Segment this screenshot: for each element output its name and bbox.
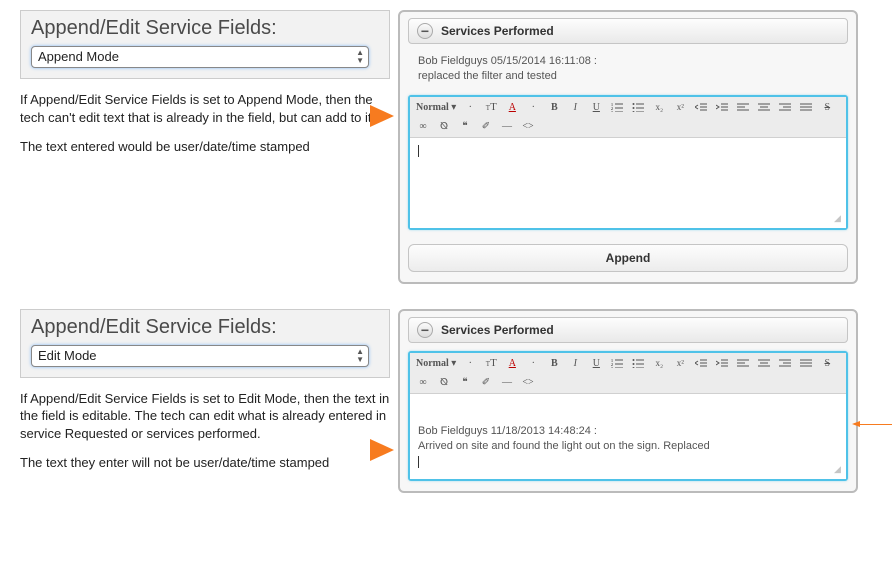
- existing-record: Bob Fieldguys 05/15/2014 16:11:08 : repl…: [408, 52, 848, 95]
- section-edit-mode: Append/Edit Service Fields: Edit Mode ▲▼…: [20, 309, 872, 493]
- text-color-icon[interactable]: A: [505, 100, 519, 115]
- indent-icon[interactable]: [715, 100, 729, 115]
- eraser-icon[interactable]: ✐: [479, 119, 493, 134]
- field-heading: Append/Edit Service Fields:: [31, 17, 379, 40]
- align-left-icon[interactable]: [736, 356, 750, 371]
- superscript-icon[interactable]: x²: [673, 100, 687, 115]
- font-size-icon[interactable]: TT: [484, 356, 498, 371]
- mode-select[interactable]: Append Mode ▲▼: [31, 46, 369, 68]
- callout-arrow-icon: [370, 105, 394, 127]
- divider-icon: ·: [526, 356, 540, 371]
- ordered-list-icon[interactable]: 123: [610, 356, 624, 371]
- rich-text-editor: Normal ▾ · TT A · B I U 123: [408, 351, 848, 481]
- field-config-box: Append/Edit Service Fields: Edit Mode ▲▼: [20, 309, 390, 378]
- text-cursor-icon: [418, 145, 419, 157]
- field-config-box: Append/Edit Service Fields: Append Mode …: [20, 10, 390, 79]
- left-column-1: Append/Edit Service Fields: Append Mode …: [20, 10, 390, 168]
- collapse-icon[interactable]: −: [417, 322, 433, 338]
- record-text: replaced the filter and tested: [418, 70, 557, 82]
- resize-handle-icon[interactable]: ◢: [834, 467, 844, 477]
- align-justify-icon[interactable]: [799, 356, 813, 371]
- panel-title: Services Performed: [441, 24, 554, 38]
- select-arrows-icon: ▲▼: [356, 49, 364, 65]
- subscript-icon[interactable]: x₂: [652, 100, 666, 115]
- callout-arrow-icon: [370, 439, 394, 461]
- strikethrough-icon[interactable]: S: [820, 100, 834, 115]
- panel-title: Services Performed: [441, 323, 554, 337]
- services-panel-edit: − Services Performed Normal ▾ · TT A · B…: [398, 309, 858, 493]
- left-column-2: Append/Edit Service Fields: Edit Mode ▲▼…: [20, 309, 390, 484]
- svg-text:3: 3: [611, 110, 613, 112]
- panel-header[interactable]: − Services Performed: [408, 18, 848, 44]
- indent-icon[interactable]: [715, 356, 729, 371]
- font-size-icon[interactable]: TT: [484, 100, 498, 115]
- record-stamp: Bob Fieldguys 05/15/2014 16:11:08 :: [418, 55, 597, 67]
- style-dropdown[interactable]: Normal ▾: [416, 100, 456, 115]
- panel-header[interactable]: − Services Performed: [408, 317, 848, 343]
- mode-select-value: Append Mode: [38, 49, 119, 64]
- divider-icon: ·: [463, 356, 477, 371]
- italic-icon[interactable]: I: [568, 356, 582, 371]
- align-justify-icon[interactable]: [799, 100, 813, 115]
- superscript-icon[interactable]: x²: [673, 356, 687, 371]
- link-icon[interactable]: ∞: [416, 375, 430, 390]
- text-color-icon[interactable]: A: [505, 356, 519, 371]
- quote-icon[interactable]: ❝: [458, 375, 472, 390]
- append-button[interactable]: Append: [408, 244, 848, 272]
- bullet-list-icon[interactable]: [631, 356, 645, 371]
- svg-text:3: 3: [611, 366, 613, 368]
- italic-icon[interactable]: I: [568, 100, 582, 115]
- callout-thin-arrow-icon: [858, 424, 892, 425]
- code-icon[interactable]: <>: [521, 375, 535, 390]
- select-arrows-icon: ▲▼: [356, 348, 364, 364]
- eraser-icon[interactable]: ✐: [479, 375, 493, 390]
- text-cursor-icon: [418, 456, 419, 468]
- bullet-list-icon[interactable]: [631, 100, 645, 115]
- right-column-1: − Services Performed Bob Fieldguys 05/15…: [398, 10, 872, 284]
- hr-icon[interactable]: —: [500, 375, 514, 390]
- record-text: Arrived on site and found the light out …: [418, 440, 710, 452]
- mode-select[interactable]: Edit Mode ▲▼: [31, 345, 369, 367]
- style-dropdown[interactable]: Normal ▾: [416, 356, 456, 371]
- code-icon[interactable]: <>: [521, 119, 535, 134]
- ordered-list-icon[interactable]: 123: [610, 100, 624, 115]
- hr-icon[interactable]: —: [500, 119, 514, 134]
- right-column-2: − Services Performed Normal ▾ · TT A · B…: [398, 309, 872, 493]
- link-icon[interactable]: ∞: [416, 119, 430, 134]
- description-2: The text entered would be user/date/time…: [20, 138, 390, 156]
- divider-icon: ·: [463, 100, 477, 115]
- description-2: The text they enter will not be user/dat…: [20, 454, 390, 472]
- underline-icon[interactable]: U: [589, 356, 603, 371]
- description-1: If Append/Edit Service Fields is set to …: [20, 390, 390, 443]
- align-center-icon[interactable]: [757, 100, 771, 115]
- unlink-icon[interactable]: ⦰: [437, 119, 451, 134]
- align-right-icon[interactable]: [778, 100, 792, 115]
- strikethrough-icon[interactable]: S: [820, 356, 834, 371]
- rich-text-editor: Normal ▾ · TT A · B I U 123: [408, 95, 848, 230]
- field-heading: Append/Edit Service Fields:: [31, 316, 379, 339]
- services-panel-append: − Services Performed Bob Fieldguys 05/15…: [398, 10, 858, 284]
- align-left-icon[interactable]: [736, 100, 750, 115]
- editor-textarea[interactable]: Bob Fieldguys 11/18/2013 14:48:24 : Arri…: [410, 394, 846, 479]
- unlink-icon[interactable]: ⦰: [437, 375, 451, 390]
- align-center-icon[interactable]: [757, 356, 771, 371]
- record-stamp: Bob Fieldguys 11/18/2013 14:48:24 :: [418, 425, 597, 437]
- bold-icon[interactable]: B: [547, 356, 561, 371]
- bold-icon[interactable]: B: [547, 100, 561, 115]
- quote-icon[interactable]: ❝: [458, 119, 472, 134]
- align-right-icon[interactable]: [778, 356, 792, 371]
- collapse-icon[interactable]: −: [417, 23, 433, 39]
- description-1: If Append/Edit Service Fields is set to …: [20, 91, 390, 126]
- outdent-icon[interactable]: [694, 100, 708, 115]
- editor-textarea[interactable]: ◢: [410, 138, 846, 228]
- outdent-icon[interactable]: [694, 356, 708, 371]
- underline-icon[interactable]: U: [589, 100, 603, 115]
- divider-icon: ·: [526, 100, 540, 115]
- editor-toolbar: Normal ▾ · TT A · B I U 123: [410, 353, 846, 394]
- mode-select-value: Edit Mode: [38, 348, 97, 363]
- subscript-icon[interactable]: x₂: [652, 356, 666, 371]
- resize-handle-icon[interactable]: ◢: [834, 216, 844, 226]
- section-append-mode: Append/Edit Service Fields: Append Mode …: [20, 10, 872, 284]
- editor-toolbar: Normal ▾ · TT A · B I U 123: [410, 97, 846, 138]
